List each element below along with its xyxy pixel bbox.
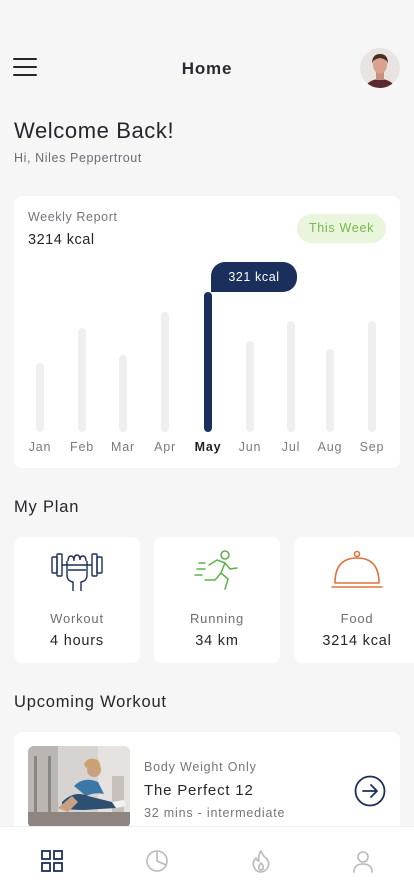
user-avatar[interactable]: [360, 48, 400, 88]
workout-meta: 32 mins - intermediate: [144, 806, 286, 820]
plan-value: 3214 kcal: [322, 633, 392, 649]
plan-value: 34 km: [195, 633, 239, 649]
workout-title: The Perfect 12: [144, 782, 254, 799]
dumbbell-fist-icon: [51, 553, 103, 591]
report-value: 3214 kcal: [28, 232, 95, 248]
workout-thumbnail-image: [28, 746, 130, 828]
weekly-report-card: Weekly Report 3214 kcal This Week 321 kc…: [14, 196, 400, 468]
chart-bar-feb[interactable]: [78, 328, 86, 432]
woman-stretching-photo: [28, 746, 130, 828]
plan-label: Food: [340, 611, 374, 626]
plan-card-workout[interactable]: Workout 4 hours: [14, 537, 140, 663]
month-label: Mar: [111, 440, 135, 454]
month-label: Aug: [317, 440, 343, 454]
my-plan-heading: My Plan: [14, 498, 80, 516]
profile-icon: [353, 851, 373, 873]
plan-icon-wrap: [154, 549, 280, 593]
tab-profile[interactable]: [351, 849, 377, 875]
arrow-right-circle-icon: [354, 775, 386, 807]
plan-label: Workout: [50, 611, 104, 626]
plan-icon-wrap: [294, 549, 414, 593]
welcome-heading: Welcome Back!: [14, 118, 175, 143]
chart-bar-jun[interactable]: [246, 341, 254, 432]
tab-calories[interactable]: [249, 849, 275, 875]
month-label: Sep: [359, 440, 385, 454]
chart-bar-apr[interactable]: [161, 311, 169, 432]
month-label: May: [194, 440, 222, 454]
chart-bar-jan[interactable]: [36, 363, 44, 432]
start-workout-button[interactable]: [354, 775, 386, 807]
plan-card-food[interactable]: Food 3214 kcal: [294, 537, 414, 663]
pie-chart-icon: [146, 850, 168, 872]
plan-card-running[interactable]: Running 34 km: [154, 537, 280, 663]
workout-category: Body Weight Only: [144, 760, 257, 774]
greeting-text: Hi, Niles Peppertrout: [14, 151, 142, 165]
flame-icon: [252, 850, 270, 873]
this-week-badge[interactable]: This Week: [297, 214, 386, 243]
avatar-photo: [360, 48, 400, 88]
food-cloche-icon: [331, 550, 383, 588]
chart-bar-may[interactable]: [204, 292, 212, 432]
upcoming-workout-heading: Upcoming Workout: [14, 693, 167, 711]
report-label: Weekly Report: [28, 210, 118, 224]
running-person-icon: [194, 550, 238, 590]
month-label: Apr: [154, 440, 176, 454]
plan-label: Running: [189, 611, 245, 626]
bottom-tab-bar: [0, 826, 414, 896]
bar-value-tooltip: 321 kcal: [211, 262, 297, 292]
month-label: Jun: [238, 440, 262, 454]
page-title: Home: [181, 59, 233, 78]
chart-bar-aug[interactable]: [326, 349, 334, 432]
chart-bar-mar[interactable]: [119, 355, 127, 432]
chart-bar-jul[interactable]: [287, 321, 295, 432]
app-header: Home: [0, 44, 414, 92]
chart-bar-sep[interactable]: [368, 321, 376, 432]
tab-stats[interactable]: [145, 849, 171, 875]
month-label: Jan: [28, 440, 52, 454]
grid-home-icon: [41, 850, 63, 872]
month-label: Feb: [70, 440, 94, 454]
plan-value: 4 hours: [50, 633, 104, 649]
tab-home[interactable]: [40, 849, 66, 875]
plan-icon-wrap: [14, 549, 140, 593]
month-label: Jul: [281, 440, 301, 454]
